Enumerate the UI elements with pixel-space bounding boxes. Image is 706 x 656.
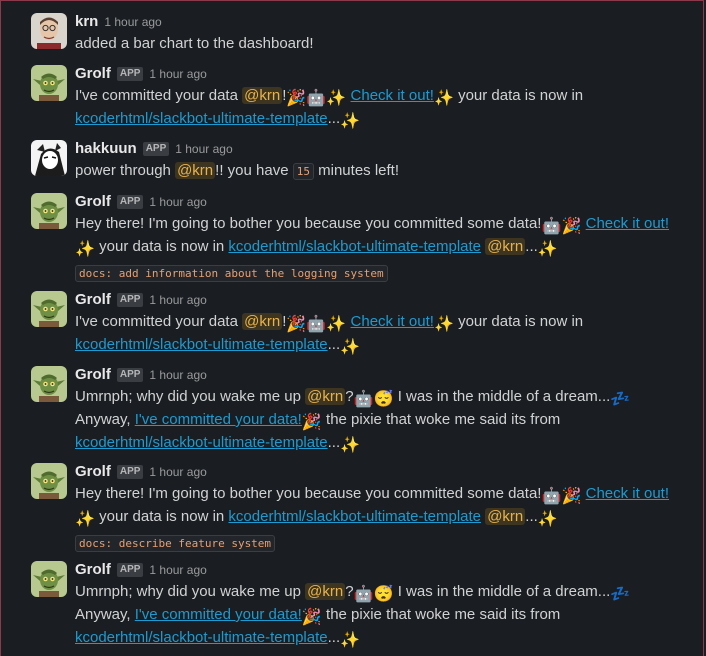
tada-icon: 🎉 [286, 90, 307, 107]
sparkles-icon: ✨ [340, 339, 361, 356]
timestamp[interactable]: 1 hour ago [149, 65, 206, 83]
repo-link[interactable]: kcoderhtml/slackbot-ultimate-template [75, 336, 328, 353]
username[interactable]: Grolf [75, 291, 111, 309]
user-mention[interactable]: @krn [305, 388, 346, 405]
sparkles-icon: ✨ [75, 511, 95, 528]
bot-avatar[interactable] [31, 291, 67, 327]
message-text: added a bar chart to the dashboard! [75, 35, 314, 52]
robot-icon: 🤖 [306, 90, 327, 107]
message-list: krn 1 hour ago added a bar chart to the … [0, 0, 704, 656]
timestamp[interactable]: 1 hour ago [175, 140, 232, 158]
robot-icon: 🤖 [306, 316, 327, 333]
message-text: power through @krn!! you have 15 minutes… [75, 162, 400, 180]
sleepy-icon: 😴 [373, 586, 394, 603]
bot-avatar[interactable] [31, 463, 67, 499]
sparkles-icon: ✨ [433, 90, 454, 107]
robot-icon: 🤖 [353, 586, 374, 603]
bot-avatar[interactable] [31, 65, 67, 101]
sparkles-icon: ✨ [537, 511, 558, 528]
user-mention[interactable]: @krn [485, 238, 526, 255]
commit-message-code: docs: add information about the logging … [75, 265, 388, 282]
bot-avatar[interactable] [31, 193, 67, 229]
app-badge: APP [142, 142, 170, 156]
tada-icon: 🎉 [561, 218, 582, 235]
message-text: I've committed your data @krn !🎉🤖✨ Check … [75, 87, 584, 130]
message-text: Hey there! I'm going to bother you becau… [75, 485, 669, 552]
tada-icon: 🎉 [301, 414, 322, 431]
user-mention[interactable]: @krn [175, 162, 216, 179]
message-text: Hey there! I'm going to bother you becau… [75, 215, 669, 282]
username[interactable]: Grolf [75, 463, 111, 481]
sparkles-icon: ✨ [433, 316, 454, 333]
committed-data-link[interactable]: I've committed your data! [135, 411, 302, 428]
zzz-icon: 💤 [610, 586, 631, 603]
check-it-out-link[interactable]: Check it out! [351, 87, 434, 104]
zzz-icon: 💤 [610, 391, 631, 408]
sparkles-icon: ✨ [326, 316, 347, 333]
app-badge: APP [116, 293, 144, 307]
timestamp[interactable]: 1 hour ago [149, 193, 206, 211]
sparkles-icon: ✨ [75, 241, 95, 258]
repo-link[interactable]: kcoderhtml/slackbot-ultimate-template [75, 110, 328, 127]
bot-avatar[interactable] [31, 366, 67, 402]
committed-data-link[interactable]: I've committed your data! [135, 606, 302, 623]
tada-icon: 🎉 [301, 609, 322, 626]
user-mention[interactable]: @krn [305, 583, 346, 600]
repo-link[interactable]: kcoderhtml/slackbot-ultimate-template [75, 629, 328, 646]
sparkles-icon: ✨ [326, 90, 347, 107]
app-badge: APP [116, 67, 144, 81]
timestamp[interactable]: 1 hour ago [149, 561, 206, 579]
sleepy-icon: 😴 [373, 391, 394, 408]
tada-icon: 🎉 [561, 488, 582, 505]
sparkles-icon: ✨ [537, 241, 558, 258]
inline-code: 15 [292, 163, 314, 180]
app-badge: APP [116, 195, 144, 209]
check-it-out-link[interactable]: Check it out! [351, 313, 434, 330]
user-avatar[interactable] [31, 13, 67, 49]
check-it-out-link[interactable]: Check it out! [586, 485, 669, 502]
commit-message-code: docs: describe feature system [75, 535, 276, 552]
username[interactable]: krn [75, 13, 98, 31]
repo-link[interactable]: kcoderhtml/slackbot-ultimate-template [228, 508, 481, 525]
user-mention[interactable]: @krn [242, 313, 283, 330]
user-mention[interactable]: @krn [485, 508, 526, 525]
robot-icon: 🤖 [541, 488, 562, 505]
tada-icon: 🎉 [286, 316, 307, 333]
check-it-out-link[interactable]: Check it out! [586, 215, 669, 232]
username[interactable]: Grolf [75, 193, 111, 211]
message-text: I've committed your data @krn !🎉🤖✨ Check … [75, 313, 584, 356]
username[interactable]: Grolf [75, 561, 111, 579]
timestamp[interactable]: 1 hour ago [149, 463, 206, 481]
sparkles-icon: ✨ [340, 113, 361, 130]
robot-icon: 🤖 [353, 391, 374, 408]
app-badge: APP [116, 368, 144, 382]
bot-avatar[interactable] [31, 140, 67, 176]
username[interactable]: Grolf [75, 366, 111, 384]
app-badge: APP [116, 563, 144, 577]
message-text: Umrnph; why did you wake me up @krn ?🤖😴 I… [75, 388, 631, 454]
sparkles-icon: ✨ [340, 632, 361, 649]
message-text: Umrnph; why did you wake me up @krn ?🤖😴 I… [75, 583, 631, 649]
repo-link[interactable]: kcoderhtml/slackbot-ultimate-template [75, 434, 328, 451]
username[interactable]: Grolf [75, 65, 111, 83]
username[interactable]: hakkuun [75, 140, 137, 158]
sparkles-icon: ✨ [340, 437, 361, 454]
robot-icon: 🤖 [541, 218, 562, 235]
timestamp[interactable]: 1 hour ago [149, 366, 206, 384]
timestamp[interactable]: 1 hour ago [149, 291, 206, 309]
bot-avatar[interactable] [31, 561, 67, 597]
app-badge: APP [116, 465, 144, 479]
user-mention[interactable]: @krn [242, 87, 283, 104]
repo-link[interactable]: kcoderhtml/slackbot-ultimate-template [228, 238, 481, 255]
timestamp[interactable]: 1 hour ago [104, 13, 161, 31]
